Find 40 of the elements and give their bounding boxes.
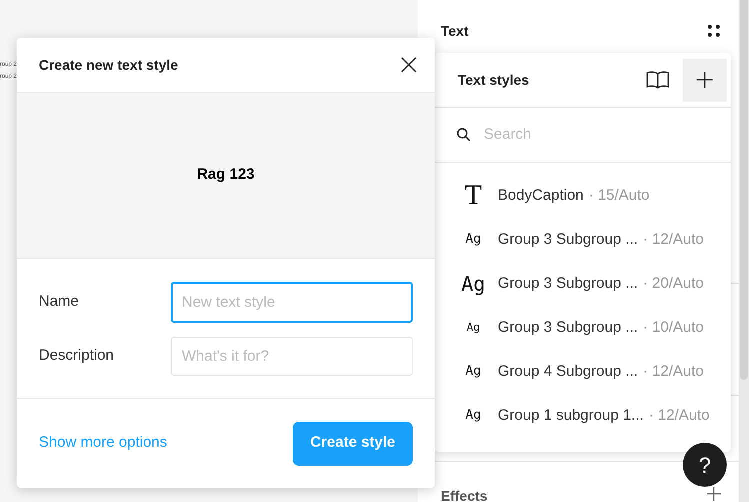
style-size: · 10/Auto [643,318,704,338]
style-grid-icon[interactable] [707,24,721,38]
text-style-item[interactable]: Ag Group 3 Subgroup ... · 12/Auto [435,218,731,262]
style-size: · 20/Auto [643,274,704,294]
style-name: Group 3 Subgroup ... [498,318,638,338]
search-field[interactable]: Search [484,124,684,146]
plus-icon[interactable] [707,487,721,501]
close-icon[interactable] [401,57,417,73]
style-name: Group 4 Subgroup ... [498,362,638,382]
preview-text: Rag 123 [197,165,255,186]
book-icon[interactable] [646,71,670,89]
style-size: · 15/Auto [588,186,650,206]
field-label: Description [39,346,116,366]
input-field[interactable]: New text style [171,282,413,323]
text-sample-icon: Ag [457,362,490,382]
style-size: · 12/Auto [643,362,704,382]
style-name: Group 3 Subgroup ... [498,230,638,250]
type-icon: T [457,175,490,217]
dialog-title: Create new text style [39,56,180,75]
text-sample-icon: Ag [457,230,490,250]
text-style-item[interactable]: Ag Group 3 Subgroup ... · 20/Auto [435,262,731,306]
search-icon [457,128,471,142]
section-heading: Text [441,22,469,41]
style-name: Group 3 Subgroup ... [498,274,638,294]
plus-icon [697,72,713,88]
style-size: · 12/Auto [643,230,704,250]
style-name: BodyCaption [498,186,584,206]
text-style-item[interactable]: Ag Group 3 Subgroup ... · 10/Auto [435,306,731,350]
text-sample-icon: Ag [457,406,490,426]
style-size: · 12/Auto [648,406,710,426]
section-heading: Effects [441,487,488,502]
text-style-item[interactable]: T BodyCaption · 15/Auto [435,174,731,218]
popup-title: Text styles [458,70,530,90]
text-sample-icon: Ag [457,269,490,299]
text-style-item[interactable]: Ag Group 1 subgroup 1... · 12/Auto [435,394,731,438]
text-style-item[interactable]: Ag Group 4 Subgroup ... · 12/Auto [435,350,731,394]
field-label: Name [39,292,80,312]
text-sample-icon: Ag [457,320,490,336]
style-name: Group 1 subgroup 1... [498,406,644,426]
scrollbar-thumb[interactable] [740,0,748,380]
